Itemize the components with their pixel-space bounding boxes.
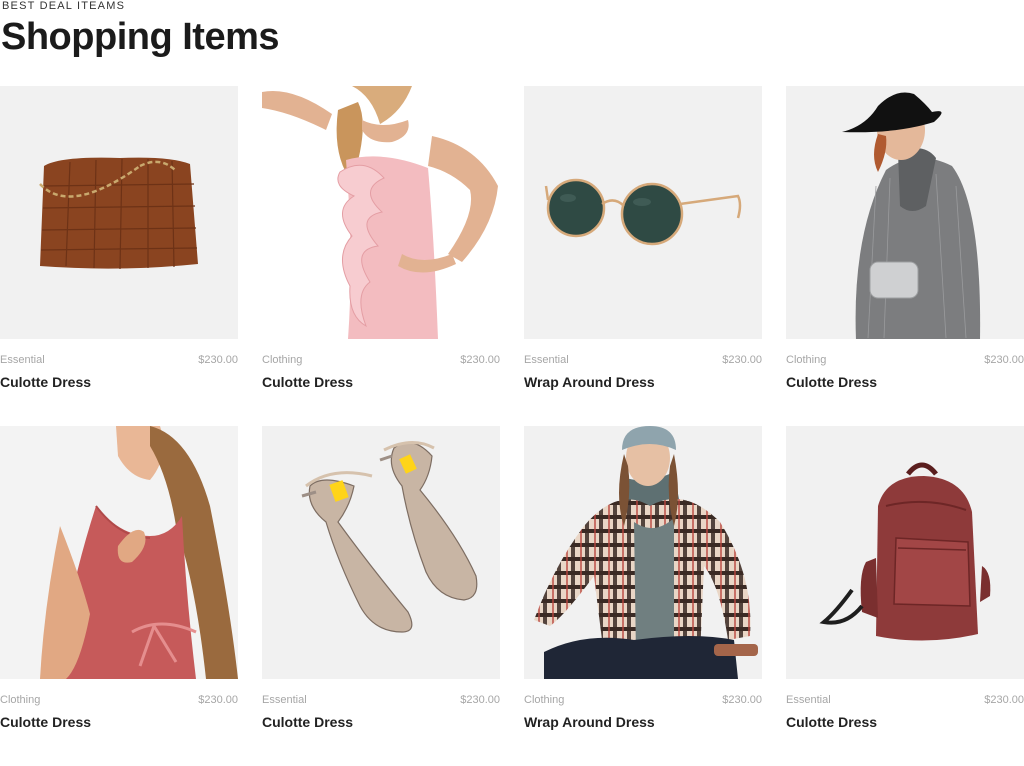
grey-blazer-hat-image — [842, 92, 981, 339]
product-card[interactable]: Clothing $230.00 Culotte Dress — [786, 86, 1024, 426]
product-name-link[interactable]: Culotte Dress — [262, 374, 353, 390]
product-image[interactable] — [262, 86, 500, 339]
leather-tote-bag-image — [39, 157, 198, 270]
product-category: Essential — [0, 354, 45, 366]
product-name-link[interactable]: Culotte Dress — [786, 374, 877, 390]
product-price: $230.00 — [984, 694, 1024, 706]
product-category: Clothing — [786, 354, 827, 366]
product-image[interactable] — [0, 86, 238, 339]
product-name-link[interactable]: Wrap Around Dress — [524, 714, 655, 730]
product-price: $230.00 — [722, 354, 762, 366]
product-image[interactable] — [262, 426, 500, 679]
product-name-link[interactable]: Culotte Dress — [0, 374, 91, 390]
product-image[interactable] — [786, 86, 1024, 339]
product-image[interactable] — [524, 426, 762, 679]
product-card[interactable]: Essential $230.00 Wrap Around Dress — [524, 86, 762, 426]
product-image[interactable] — [786, 426, 1024, 679]
product-price: $230.00 — [984, 354, 1024, 366]
product-price: $230.00 — [460, 694, 500, 706]
product-category: Clothing — [524, 694, 565, 706]
red-sleeveless-dress-image — [40, 426, 238, 679]
section-eyebrow: BEST DEAL ITEAMS — [2, 0, 126, 12]
product-image[interactable] — [0, 426, 238, 679]
product-price: $230.00 — [198, 354, 238, 366]
product-image[interactable] — [524, 86, 762, 339]
product-category: Essential — [524, 354, 569, 366]
product-card[interactable]: Clothing $230.00 Culotte Dress — [0, 426, 238, 766]
product-price: $230.00 — [460, 354, 500, 366]
product-category: Clothing — [262, 354, 303, 366]
product-card[interactable]: Clothing $230.00 Wrap Around Dress — [524, 426, 762, 766]
pink-ruffle-dress-image — [262, 86, 498, 339]
product-category: Essential — [786, 694, 831, 706]
product-name-link[interactable]: Culotte Dress — [0, 714, 91, 730]
product-price: $230.00 — [722, 694, 762, 706]
metallic-heels-image — [301, 441, 478, 633]
plaid-shirt-beanie-image — [534, 426, 758, 679]
product-card[interactable]: Clothing $230.00 Culotte Dress — [262, 86, 500, 426]
page-title: Shopping Items — [1, 16, 280, 58]
sunglasses-image — [544, 178, 742, 246]
product-name-link[interactable]: Wrap Around Dress — [524, 374, 655, 390]
leather-backpack-image — [819, 462, 991, 641]
product-name-link[interactable]: Culotte Dress — [786, 714, 877, 730]
product-card[interactable]: Essential $230.00 Culotte Dress — [0, 86, 238, 426]
product-price: $230.00 — [198, 694, 238, 706]
product-category: Clothing — [0, 694, 41, 706]
product-grid: Essential $230.00 Culotte Dress Clothing… — [0, 86, 1024, 766]
product-category: Essential — [262, 694, 307, 706]
product-card[interactable]: Essential $230.00 Culotte Dress — [262, 426, 500, 766]
product-name-link[interactable]: Culotte Dress — [262, 714, 353, 730]
product-card[interactable]: Essential $230.00 Culotte Dress — [786, 426, 1024, 766]
